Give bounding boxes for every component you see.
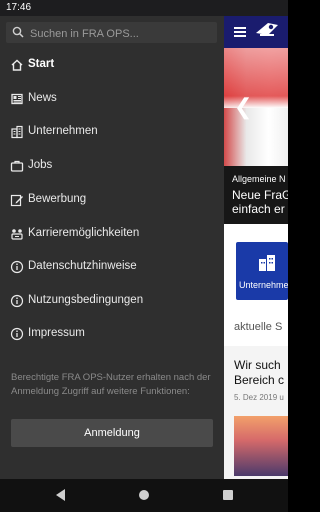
home-button-icon[interactable]: [139, 490, 149, 500]
menu-item-label: Start: [28, 58, 55, 70]
news-card[interactable]: Wir such Bereich c 5. Dez 2019 u: [224, 346, 288, 479]
menu-item-news[interactable]: News: [0, 86, 224, 112]
card-date: 5. Dez 2019 u: [234, 393, 284, 402]
back-icon[interactable]: [56, 489, 65, 501]
news-kicker: Allgemeine N: [232, 174, 286, 184]
status-time: 17:46: [6, 2, 32, 13]
building-icon: [11, 125, 23, 139]
menu-item-bewerbung[interactable]: Bewerbung: [0, 187, 224, 213]
hero-image: ❮: [224, 48, 288, 166]
system-nav-bar: [0, 479, 288, 512]
info-icon: [10, 260, 24, 274]
news-teaser[interactable]: Allgemeine N Neue FraG einfach er: [224, 166, 288, 224]
info-icon: [10, 327, 24, 341]
info-icon: [10, 294, 24, 308]
menu-item-label: Datenschutzhinweise: [28, 260, 137, 272]
navigation-drawer: Start News Unternehmen Jobs Bewerbung: [0, 16, 224, 479]
news-icon: [11, 93, 23, 105]
menu-item-label: Bewerbung: [28, 193, 87, 205]
search-icon: [12, 26, 24, 38]
briefcase-icon: [10, 160, 24, 172]
search-input[interactable]: [28, 22, 215, 45]
chevron-left-icon[interactable]: ❮: [234, 93, 254, 121]
menu-item-jobs[interactable]: Jobs: [0, 153, 224, 179]
app-topbar: [224, 16, 288, 48]
menu-item-karrieremoeglichkeiten[interactable]: Karrieremöglichkeiten: [0, 221, 224, 247]
status-bar: 17:46: [0, 0, 288, 16]
career-icon: [11, 229, 23, 240]
hamburger-menu-icon[interactable]: [234, 27, 246, 37]
menu-item-impressum[interactable]: Impressum: [0, 321, 224, 347]
card-title: Wir such Bereich c: [234, 358, 285, 387]
tile-unternehmen[interactable]: Unternehmen: [236, 242, 288, 300]
section-label: aktuelle S: [234, 321, 283, 333]
menu-item-label: Impressum: [28, 327, 85, 339]
menu-item-unternehmen[interactable]: Unternehmen: [0, 119, 224, 145]
menu-item-datenschutzhinweise[interactable]: Datenschutzhinweise: [0, 254, 224, 280]
recent-apps-icon[interactable]: [223, 490, 233, 500]
login-hint: Berechtigte FRA OPS-Nutzer erhalten nach…: [11, 372, 211, 397]
edit-icon: [10, 194, 23, 207]
menu-item-label: Unternehmen: [28, 125, 98, 137]
home-icon: [11, 59, 23, 71]
background-app: ❮ Allgemeine N Neue FraG einfach er Unte…: [224, 16, 288, 479]
menu-item-label: Karrieremöglichkeiten: [28, 227, 140, 239]
login-button[interactable]: Anmeldung: [11, 419, 213, 447]
search-box[interactable]: [6, 22, 217, 45]
news-title: Neue FraG einfach er: [232, 188, 288, 216]
card-image: [234, 416, 288, 476]
tile-label: Unternehmen: [239, 280, 288, 290]
menu-item-nutzungsbedingungen[interactable]: Nutzungsbedingungen: [0, 288, 224, 314]
menu-item-start[interactable]: Start: [0, 52, 224, 78]
airplane-logo-icon: [256, 23, 278, 36]
building-icon: [259, 255, 275, 271]
menu-item-label: Jobs: [28, 159, 53, 171]
menu-item-label: News: [28, 92, 57, 104]
menu-item-label: Nutzungsbedingungen: [28, 294, 144, 306]
